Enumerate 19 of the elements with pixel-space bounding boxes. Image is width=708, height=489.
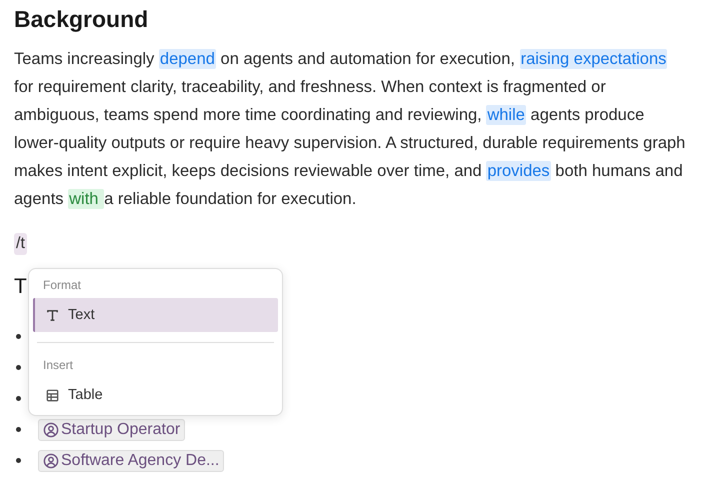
table-icon	[45, 388, 60, 402]
person-icon	[43, 452, 59, 468]
menu-section-label: Insert	[42, 357, 74, 374]
body-paragraph: Teams increasingly depend on agents and automation for execution, raising expectations for requirement clarity, traceability, and freshness. When context is fragmented or ambiguous, teams spend more time coordinating and reviewing, while agents produce lower-quality outputs or require heavy supervision. A structured, durable requirements graph makes intent explicit, keeps decisions reviewable over time, and provides both humans and agents with a reliable foundation for execution.	[14, 48, 686, 211]
person-tag[interactable]: Startup Operator	[38, 418, 186, 440]
menu-section-label: Format	[42, 277, 82, 294]
bullet-icon	[16, 365, 21, 370]
text-icon	[45, 308, 60, 322]
bullet-icon	[16, 334, 21, 339]
slash-command: /t	[14, 233, 27, 255]
bullet-icon	[16, 458, 21, 463]
person-icon	[43, 422, 59, 438]
person-tag[interactable]: Software Agency De...	[38, 450, 224, 472]
menu-item[interactable]: Text	[33, 298, 278, 332]
bullet-icon	[16, 427, 21, 432]
menu-item[interactable]: Table	[33, 378, 278, 412]
section-heading: T	[14, 274, 27, 300]
bullet-icon	[16, 396, 21, 401]
section-heading: Background	[14, 5, 150, 34]
